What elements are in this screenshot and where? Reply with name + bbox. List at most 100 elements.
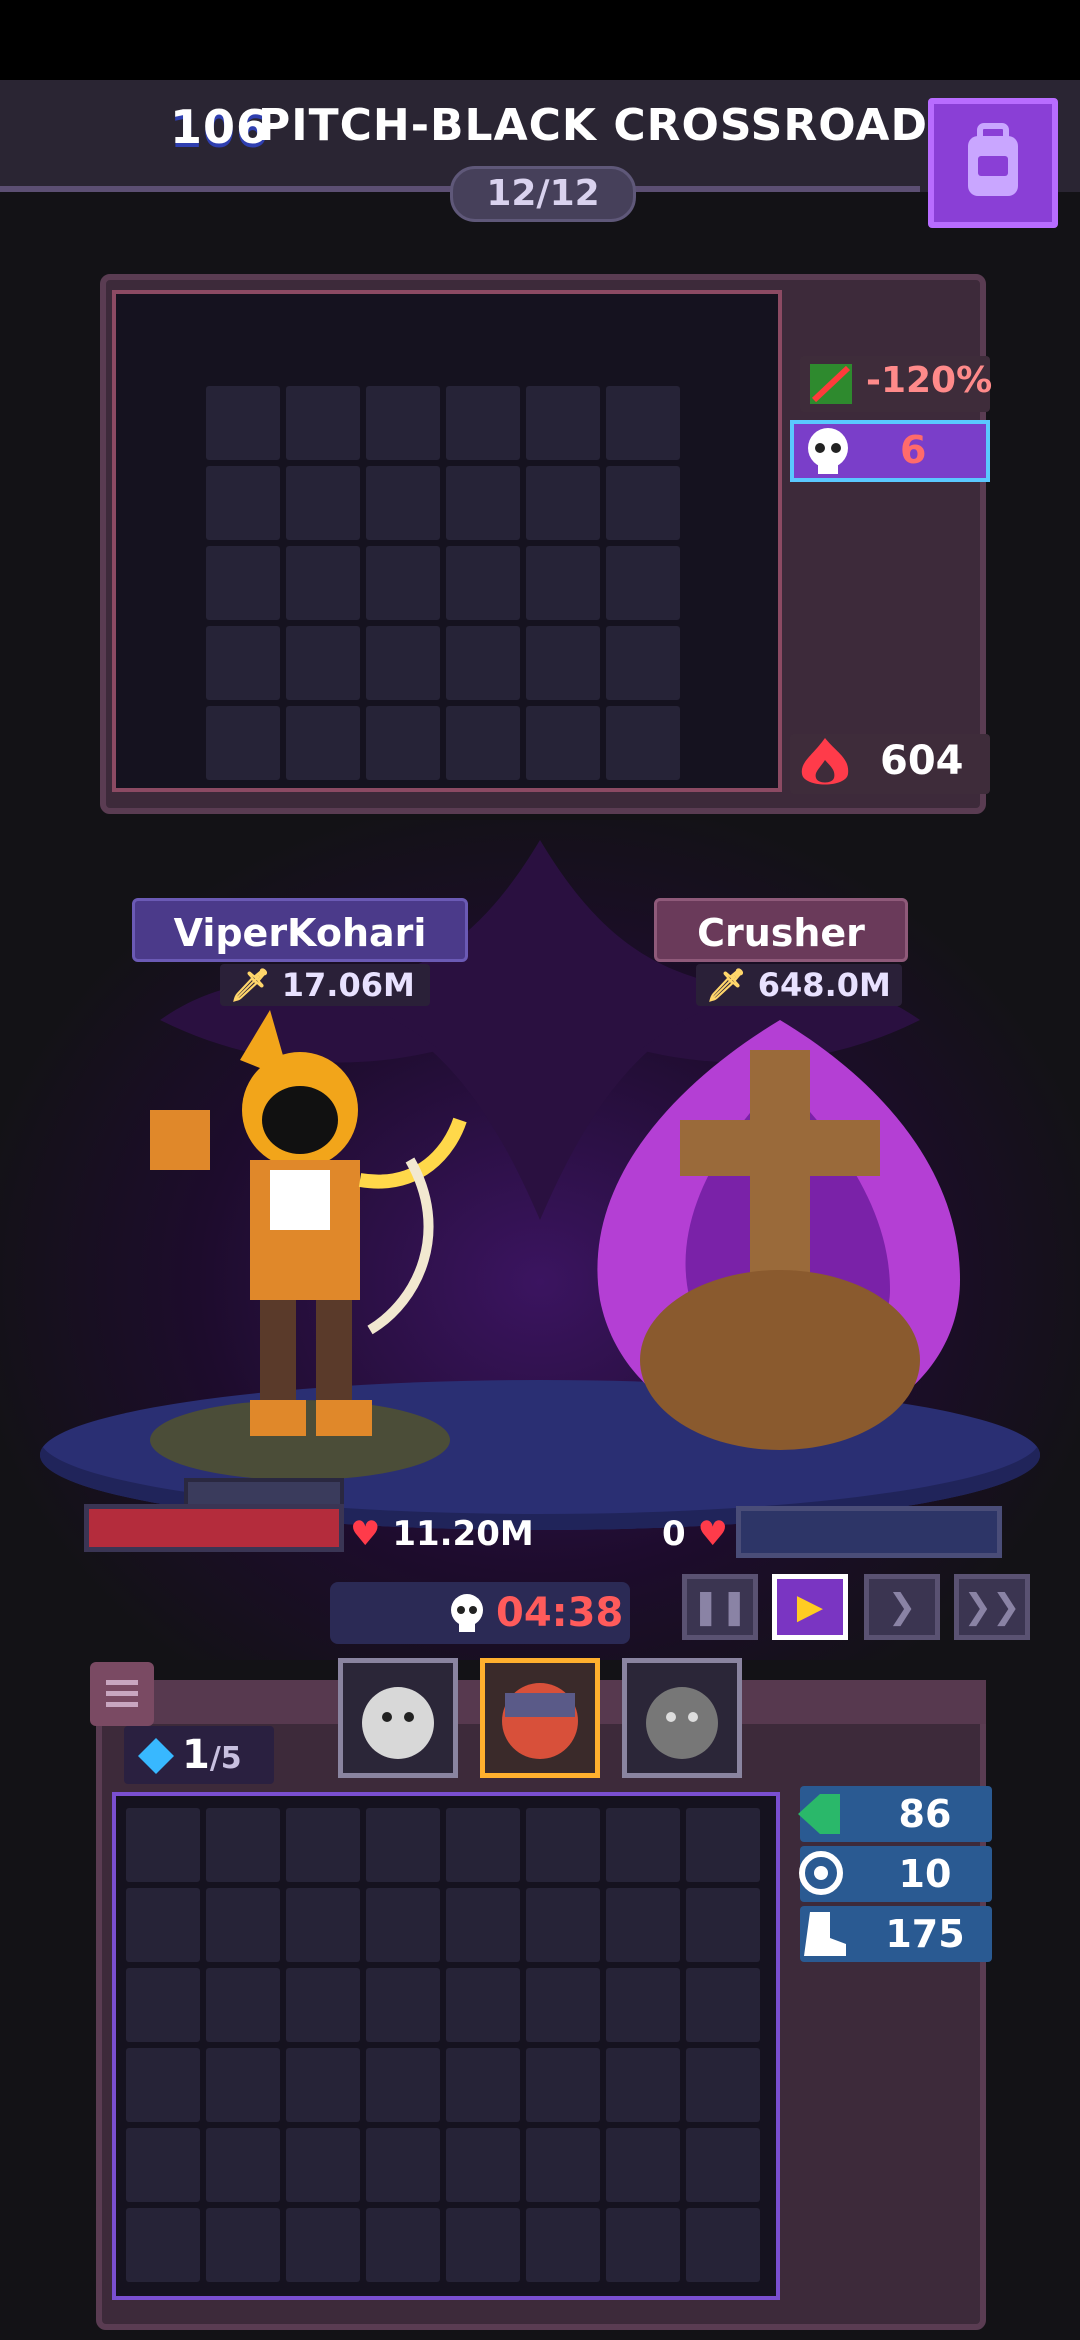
player-inventory-slot[interactable] xyxy=(606,1888,680,1962)
enemy-inventory-slot[interactable] xyxy=(206,626,280,700)
enemy-inventory-slot[interactable] xyxy=(286,386,360,460)
player-inventory-slot[interactable] xyxy=(606,2048,680,2122)
enemy-inventory-slot[interactable] xyxy=(366,386,440,460)
player-inventory-slot[interactable] xyxy=(126,2128,200,2202)
enemy-inventory-slot[interactable] xyxy=(206,706,280,780)
enemy-inventory-slot[interactable] xyxy=(366,626,440,700)
player-inventory-slot[interactable] xyxy=(206,1888,280,1962)
player-inventory-slot[interactable] xyxy=(366,2128,440,2202)
player-inventory-slot[interactable] xyxy=(526,1968,600,2042)
hero-tab-3[interactable] xyxy=(622,1658,742,1778)
status-bar xyxy=(0,0,1080,80)
player-inventory-slot[interactable] xyxy=(126,1808,200,1882)
menu-button[interactable] xyxy=(90,1662,154,1726)
enemy-inventory-slot[interactable] xyxy=(526,466,600,540)
boot-icon xyxy=(804,1912,846,1956)
hero-tab-1[interactable] xyxy=(338,1658,458,1778)
enemy-inventory-slot[interactable] xyxy=(366,466,440,540)
stage-number: 106 xyxy=(170,100,270,154)
enemy-inventory-slot[interactable] xyxy=(606,466,680,540)
enemy-name-plate: Crusher xyxy=(654,898,908,962)
hero-tab-2[interactable] xyxy=(480,1658,600,1778)
enemy-inventory-slot[interactable] xyxy=(606,626,680,700)
player-inventory-slot[interactable] xyxy=(366,1808,440,1882)
player-inventory-slot[interactable] xyxy=(206,2208,280,2282)
player-inventory-slot[interactable] xyxy=(286,2048,360,2122)
enemy-inventory-slot[interactable] xyxy=(286,626,360,700)
enemy-inventory-slot[interactable] xyxy=(206,466,280,540)
player-inventory-slot[interactable] xyxy=(206,1808,280,1882)
player-inventory-slot[interactable] xyxy=(286,1808,360,1882)
player-hp: ♥ 11.20M xyxy=(350,1514,534,1554)
enemy-inventory-slot[interactable] xyxy=(286,466,360,540)
player-inventory-slot[interactable] xyxy=(686,2048,760,2122)
enemy-inventory-slot[interactable] xyxy=(446,626,520,700)
player-inventory-slot[interactable] xyxy=(526,2208,600,2282)
player-inventory-slot[interactable] xyxy=(526,2128,600,2202)
player-inventory-slot[interactable] xyxy=(206,2048,280,2122)
player-inventory-slot[interactable] xyxy=(446,2208,520,2282)
player-inventory-slot[interactable] xyxy=(446,2048,520,2122)
player-inventory-slot[interactable] xyxy=(526,1808,600,1882)
player-inventory-slot[interactable] xyxy=(446,1968,520,2042)
backpack-button[interactable] xyxy=(928,98,1058,228)
player-inventory-slot[interactable] xyxy=(126,1888,200,1962)
player-inventory-slot[interactable] xyxy=(206,2128,280,2202)
enemy-inventory-slot[interactable] xyxy=(206,386,280,460)
player-inventory-slot[interactable] xyxy=(446,1888,520,1962)
player-inventory-slot[interactable] xyxy=(126,2048,200,2122)
player-inventory-slot[interactable] xyxy=(366,2208,440,2282)
enemy-inventory-slot[interactable] xyxy=(526,626,600,700)
player-inventory-slot[interactable] xyxy=(286,2208,360,2282)
player-inventory-slot[interactable] xyxy=(366,1968,440,2042)
player-inventory-slot[interactable] xyxy=(606,1808,680,1882)
player-inventory-slot[interactable] xyxy=(206,1968,280,2042)
enemy-inventory-slot[interactable] xyxy=(526,706,600,780)
player-inventory-slot[interactable] xyxy=(366,2048,440,2122)
ghost-hero-portrait xyxy=(362,1687,434,1759)
enemy-inventory-slot[interactable] xyxy=(366,546,440,620)
enemy-inventory-slot[interactable] xyxy=(606,386,680,460)
player-inventory-slot[interactable] xyxy=(686,1968,760,2042)
player-inventory-slot[interactable] xyxy=(126,1968,200,2042)
player-inventory-slot[interactable] xyxy=(126,2208,200,2282)
enemy-inventory-slot[interactable] xyxy=(286,546,360,620)
enemy-inventory-slot[interactable] xyxy=(526,386,600,460)
player-inventory-slot[interactable] xyxy=(366,1888,440,1962)
enemy-inventory-slot[interactable] xyxy=(446,466,520,540)
enemy-inventory-slot[interactable] xyxy=(366,706,440,780)
enemy-inventory-slot[interactable] xyxy=(286,706,360,780)
faster-forward-button[interactable]: ❯❯ xyxy=(954,1574,1030,1640)
player-inventory-slot[interactable] xyxy=(606,2208,680,2282)
gem-icon xyxy=(138,1738,174,1774)
player-inventory-slot[interactable] xyxy=(286,1888,360,1962)
broken-sword-icon xyxy=(810,364,852,404)
player-inventory-slot[interactable] xyxy=(686,1808,760,1882)
player-inventory-slot[interactable] xyxy=(686,2208,760,2282)
player-inventory-slot[interactable] xyxy=(286,2128,360,2202)
enemy-inventory-slot[interactable] xyxy=(526,546,600,620)
enemy-inventory-slot[interactable] xyxy=(606,706,680,780)
haste-icon xyxy=(798,1794,840,1834)
sword-icon: 🗡 xyxy=(706,966,747,1004)
enemy-inventory-slot[interactable] xyxy=(206,546,280,620)
player-inventory-slot[interactable] xyxy=(526,2048,600,2122)
player-inventory-slot[interactable] xyxy=(606,1968,680,2042)
beast-hero-portrait xyxy=(646,1687,718,1759)
player-inventory-slot[interactable] xyxy=(446,2128,520,2202)
enemy-inventory-slot[interactable] xyxy=(446,546,520,620)
fast-forward-button[interactable]: ❯ xyxy=(864,1574,940,1640)
burn-value: 604 xyxy=(880,738,964,784)
player-inventory-slot[interactable] xyxy=(686,1888,760,1962)
play-button[interactable]: ▶ xyxy=(772,1574,848,1640)
dragon-hero-portrait xyxy=(502,1683,578,1759)
player-inventory-slot[interactable] xyxy=(286,1968,360,2042)
enemy-inventory-slot[interactable] xyxy=(606,546,680,620)
enemy-inventory-slot[interactable] xyxy=(446,386,520,460)
player-inventory-slot[interactable] xyxy=(526,1888,600,1962)
pause-button[interactable]: ❚❚ xyxy=(682,1574,758,1640)
player-inventory-slot[interactable] xyxy=(606,2128,680,2202)
player-inventory-slot[interactable] xyxy=(446,1808,520,1882)
player-inventory-slot[interactable] xyxy=(686,2128,760,2202)
enemy-inventory-slot[interactable] xyxy=(446,706,520,780)
